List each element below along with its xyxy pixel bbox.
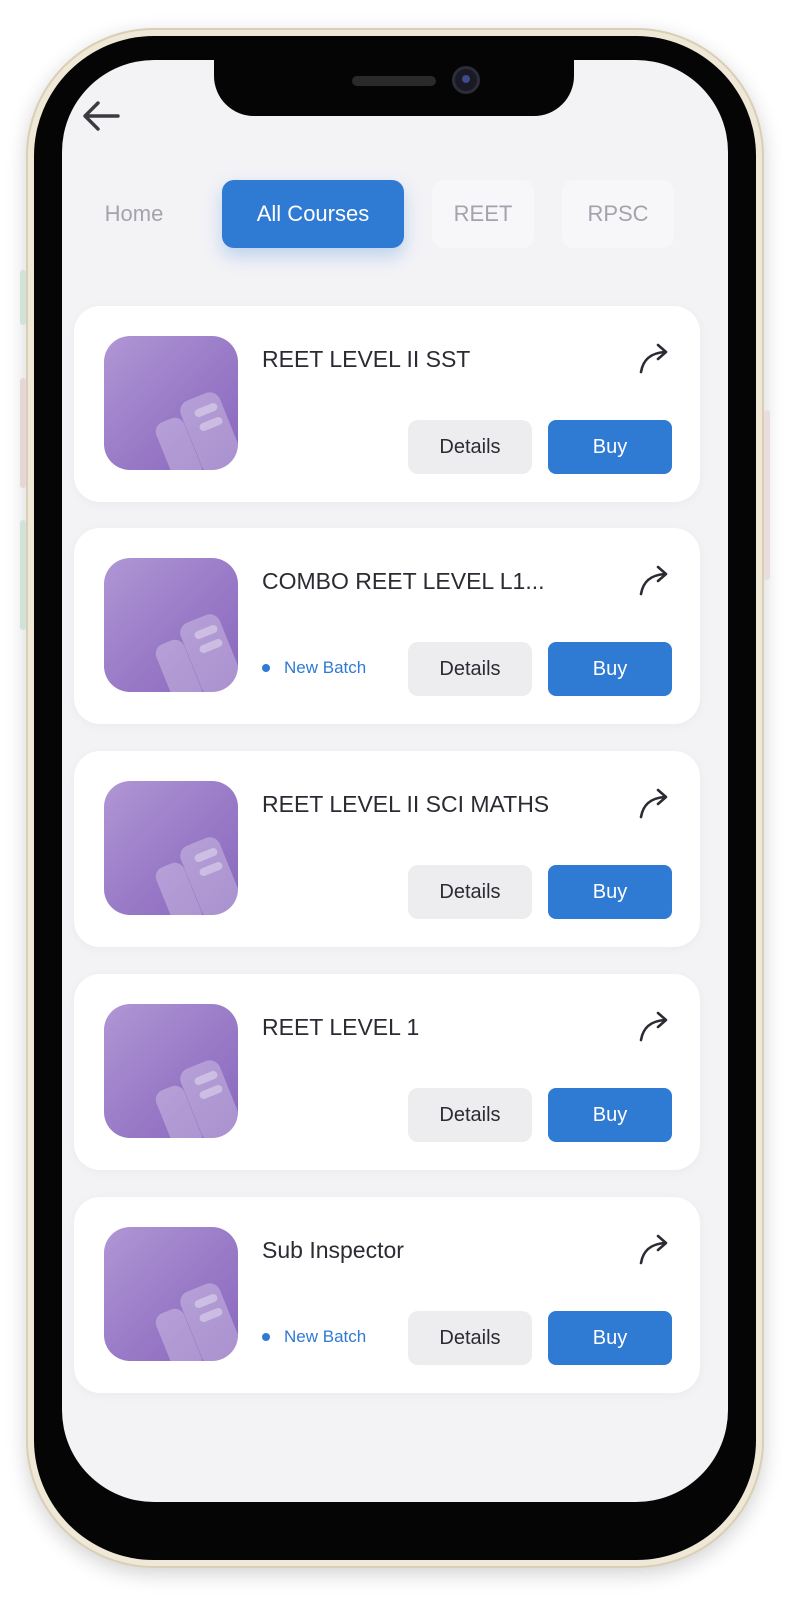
tab-rpsc[interactable]: RPSC bbox=[562, 180, 674, 248]
badge-label: New Batch bbox=[284, 658, 367, 677]
course-thumbnail bbox=[104, 558, 238, 692]
badge-dot bbox=[262, 1333, 270, 1341]
share-button[interactable] bbox=[632, 1004, 678, 1050]
share-arrow-icon bbox=[639, 1011, 668, 1042]
course-card: COMBO REET LEVEL L1... New Batch Details… bbox=[74, 528, 700, 724]
details-button[interactable]: Details bbox=[408, 420, 532, 474]
share-button[interactable] bbox=[632, 558, 678, 604]
arrow-left-icon bbox=[83, 101, 120, 131]
details-button[interactable]: Details bbox=[408, 1311, 532, 1365]
share-arrow-icon bbox=[639, 788, 668, 819]
book-icon bbox=[155, 837, 238, 915]
new-batch-badge: New Batch bbox=[262, 658, 366, 678]
buy-button[interactable]: Buy bbox=[548, 865, 672, 919]
buy-button[interactable]: Buy bbox=[548, 420, 672, 474]
share-button[interactable] bbox=[632, 781, 678, 827]
phone-side-button bbox=[20, 378, 26, 488]
badge-label: New Batch bbox=[284, 1327, 367, 1346]
details-button[interactable]: Details bbox=[408, 1088, 532, 1142]
tab-all-courses[interactable]: All Courses bbox=[222, 180, 404, 248]
details-button[interactable]: Details bbox=[408, 642, 532, 696]
share-arrow-icon bbox=[639, 343, 668, 374]
course-thumbnail bbox=[104, 1227, 238, 1361]
course-thumbnail bbox=[104, 1004, 238, 1138]
share-arrow-icon bbox=[639, 1234, 668, 1265]
book-icon bbox=[155, 1060, 238, 1138]
course-card: Sub Inspector New Batch Details Buy bbox=[74, 1197, 700, 1393]
buy-button[interactable]: Buy bbox=[548, 1088, 672, 1142]
tab-home[interactable]: Home bbox=[76, 180, 192, 248]
book-icon bbox=[155, 392, 238, 470]
buy-button[interactable]: Buy bbox=[548, 1311, 672, 1365]
camera-icon bbox=[452, 66, 480, 94]
back-button[interactable] bbox=[76, 94, 126, 138]
badge-dot bbox=[262, 664, 270, 672]
course-thumbnail bbox=[104, 781, 238, 915]
buy-button[interactable]: Buy bbox=[548, 642, 672, 696]
share-arrow-icon bbox=[639, 565, 668, 596]
course-card: REET LEVEL II SST Details Buy bbox=[74, 306, 700, 502]
course-title: REET LEVEL II SST bbox=[262, 346, 471, 372]
course-title: REET LEVEL II SCI MATHS bbox=[262, 791, 550, 817]
new-batch-badge: New Batch bbox=[262, 1327, 366, 1347]
course-title: COMBO REET LEVEL L1... bbox=[262, 568, 545, 594]
course-tabs: Home All Courses REET RPSC bbox=[62, 178, 728, 250]
book-icon bbox=[155, 1283, 238, 1361]
phone-power-button bbox=[764, 410, 770, 580]
phone-side-button bbox=[20, 520, 26, 630]
phone-notch bbox=[214, 60, 574, 116]
phone-side-button bbox=[20, 270, 26, 325]
course-card: REET LEVEL II SCI MATHS Details Buy bbox=[74, 751, 700, 947]
course-title: Sub Inspector bbox=[262, 1237, 404, 1263]
share-button[interactable] bbox=[632, 1227, 678, 1273]
course-thumbnail bbox=[104, 336, 238, 470]
speaker-grille bbox=[352, 76, 436, 86]
share-button[interactable] bbox=[632, 336, 678, 382]
tab-reet[interactable]: REET bbox=[432, 180, 534, 248]
details-button[interactable]: Details bbox=[408, 865, 532, 919]
book-icon bbox=[155, 614, 238, 692]
app-screen: Home All Courses REET RPSC REET LEVEL II… bbox=[62, 60, 728, 1502]
course-title: REET LEVEL 1 bbox=[262, 1014, 420, 1040]
course-card: REET LEVEL 1 Details Buy bbox=[74, 974, 700, 1170]
